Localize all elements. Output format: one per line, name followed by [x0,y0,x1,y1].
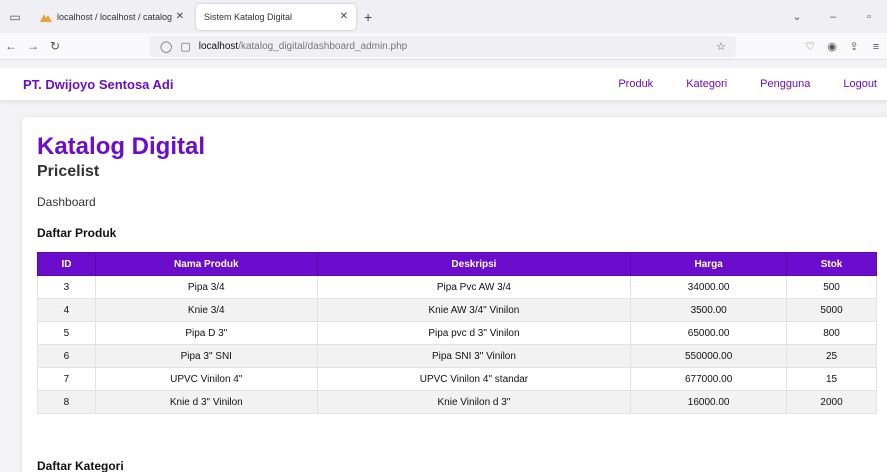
window-controls: ⌄ – ▫ [779,0,887,33]
cell-nama: Pipa 3" SNI [94,344,318,368]
cell-harga: 65000.00 [630,321,788,345]
cell-harga: 34000.00 [630,275,788,299]
page-title: Katalog Digital [37,133,206,160]
cell-stok: 2000 [786,390,877,414]
cell-harga: 677000.00 [630,367,788,391]
url-path: /katalog_digital/dashboard_admin.php [238,41,408,52]
menu-logout[interactable]: Logout [843,78,877,90]
table-row: 3 Pipa 3/4 Pipa Pvc AW 3/4 34000.00 500 [37,275,877,299]
cell-id: 6 [37,344,96,368]
table-header-row: ID Nama Produk Deskripsi Harga Stok [37,252,877,276]
chevron-down-icon[interactable]: ⌄ [779,10,815,23]
phpmyadmin-favicon-icon [40,13,52,22]
products-table: ID Nama Produk Deskripsi Harga Stok 3 Pi… [37,252,877,414]
back-icon[interactable]: ← [0,39,22,53]
cell-harga: 550000.00 [630,344,788,368]
menu-icon[interactable]: ≡ [865,41,887,53]
cell-nama: Knie 3/4 [94,298,318,322]
extensions-icon[interactable]: ⇪ [843,40,865,53]
cell-nama: Knie d 3" Vinilon [94,390,318,414]
menu-pengguna[interactable]: Pengguna [760,78,810,90]
reload-icon[interactable]: ↻ [44,39,66,53]
table-row: 8 Knie d 3" Vinilon Knie Vinilon d 3" 16… [37,390,877,414]
new-tab-icon[interactable]: + [364,9,372,25]
cell-stok: 800 [786,321,877,345]
brand-name: PT. Dwijoyo Sentosa Adi [23,76,174,92]
cell-deskripsi: Pipa SNI 3" Vinilon [316,344,632,368]
browser-tab-bar: ▭ localhost / localhost / catalog_d ✕ Si… [0,0,887,33]
browser-toolbar: ♡ ◉ ⇪ ≡ [799,33,887,60]
browser-tab-phpmyadmin[interactable]: localhost / localhost / catalog_d ✕ [32,4,192,30]
close-tab-icon[interactable]: ✕ [340,11,348,22]
categories-heading: Daftar Kategori [37,459,124,472]
page-icon: ▢ [180,41,191,53]
col-stok: Stok [786,252,877,276]
bookmark-star-icon[interactable]: ☆ [716,40,726,53]
forward-icon[interactable]: → [22,39,44,53]
col-harga: Harga [630,252,788,276]
browser-tab-katalog[interactable]: Sistem Katalog Digital ✕ [196,3,356,30]
cell-harga: 16000.00 [630,390,788,414]
url-bar[interactable]: ◯ ▢ localhost/katalog_digital/dashboard_… [150,36,736,57]
cell-id: 3 [37,275,96,299]
col-id: ID [37,252,96,276]
cell-nama: UPVC Vinilon 4" [94,367,318,391]
table-row: 5 Pipa D 3" Pipa pvc d 3" Vinilon 65000.… [37,321,877,345]
main-menu: Produk Kategori Pengguna Logout [585,78,877,90]
col-deskripsi: Deskripsi [316,252,632,276]
cell-id: 4 [37,298,96,322]
cell-stok: 5000 [786,298,877,322]
content-card: Katalog Digital Pricelist Dashboard Daft… [22,117,887,472]
cell-deskripsi: UPVC Vinilon 4" standar [316,367,632,391]
restore-icon[interactable]: ▫ [851,11,887,23]
close-tab-icon[interactable]: ✕ [176,11,184,22]
cell-id: 7 [37,367,96,391]
pocket-icon[interactable]: ♡ [799,40,821,53]
cell-nama: Pipa D 3" [94,321,318,345]
url-host: localhost [198,41,239,52]
table-row: 7 UPVC Vinilon 4" UPVC Vinilon 4" standa… [37,367,877,391]
cell-harga: 3500.00 [630,298,788,322]
menu-kategori[interactable]: Kategori [686,78,727,90]
cell-id: 5 [37,321,96,345]
cell-stok: 500 [786,275,877,299]
tab-title: Sistem Katalog Digital [204,11,293,22]
cell-id: 8 [37,390,96,414]
cell-stok: 25 [786,344,877,368]
menu-produk[interactable]: Produk [618,78,653,90]
cell-deskripsi: Pipa pvc d 3" Vinilon [316,321,632,345]
tab-title: localhost / localhost / catalog_d [57,11,172,22]
account-icon[interactable]: ◉ [821,40,843,53]
dashboard-label: Dashboard [37,195,96,209]
cell-deskripsi: Knie AW 3/4" Vinilon [316,298,632,322]
browser-nav-bar: ← → ↻ ◯ ▢ localhost/katalog_digital/dash… [0,33,887,60]
products-heading: Daftar Produk [37,226,117,240]
cell-deskripsi: Pipa Pvc AW 3/4 [316,275,632,299]
site-header: PT. Dwijoyo Sentosa Adi Produk Kategori … [0,68,887,100]
tab-list-icon[interactable]: ▭ [2,4,28,30]
cell-stok: 15 [786,367,877,391]
cell-deskripsi: Knie Vinilon d 3" [316,390,632,414]
shield-icon: ◯ [160,41,173,53]
table-row: 6 Pipa 3" SNI Pipa SNI 3" Vinilon 550000… [37,344,877,368]
page-subtitle: Pricelist [37,163,100,180]
minimize-icon[interactable]: – [815,11,851,23]
col-nama-produk: Nama Produk [94,252,318,276]
table-row: 4 Knie 3/4 Knie AW 3/4" Vinilon 3500.00 … [37,298,877,322]
cell-nama: Pipa 3/4 [94,275,318,299]
